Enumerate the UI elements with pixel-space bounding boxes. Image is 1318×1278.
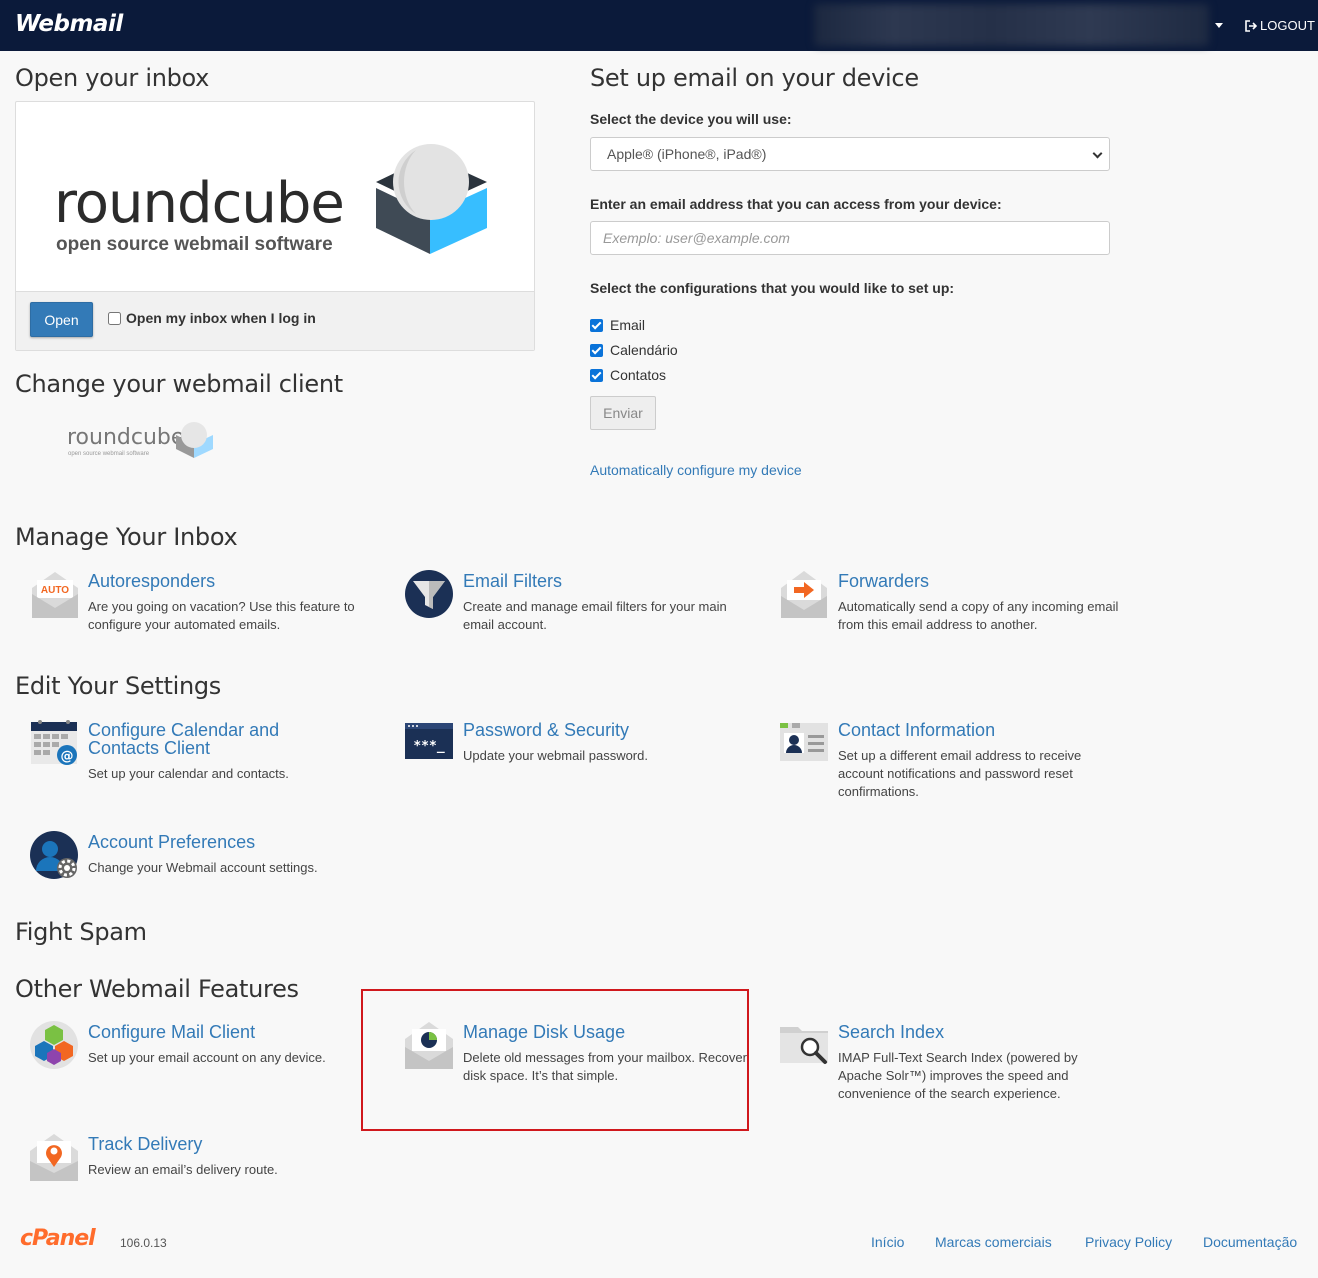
config-checkbox-email[interactable]: Email bbox=[590, 317, 645, 333]
footer-link-privacy[interactable]: Privacy Policy bbox=[1085, 1234, 1172, 1250]
autoresponder-icon[interactable]: AUTO bbox=[30, 570, 80, 620]
config-checkbox-calendar[interactable]: Calendário bbox=[590, 342, 678, 358]
cpanel-version: 106.0.13 bbox=[120, 1236, 167, 1250]
checkbox-checked-icon[interactable] bbox=[590, 368, 603, 382]
logout-button[interactable]: LOGOUT bbox=[1245, 18, 1315, 33]
cpanel-logo[interactable]: cPanel bbox=[20, 1226, 96, 1251]
config-email-label: Email bbox=[610, 317, 646, 333]
footer-link-trademarks[interactable]: Marcas comerciais bbox=[935, 1234, 1052, 1250]
track-delivery-link[interactable]: Track Delivery bbox=[88, 1135, 202, 1153]
contact-information-desc: Set up a different email address to rece… bbox=[838, 748, 1082, 799]
user-gear-icon[interactable] bbox=[30, 831, 80, 881]
contact-card-icon[interactable] bbox=[780, 719, 830, 769]
forward-envelope-icon[interactable] bbox=[780, 570, 830, 620]
password-security-desc: Update your webmail password. bbox=[463, 748, 648, 763]
checkbox-checked-icon[interactable] bbox=[590, 318, 603, 332]
track-delivery-icon[interactable] bbox=[30, 1133, 80, 1183]
auto-configure-link[interactable]: Automatically configure my device bbox=[590, 462, 802, 478]
device-email-input[interactable] bbox=[590, 221, 1110, 255]
forwarders-desc: Automatically send a copy of any incomin… bbox=[838, 599, 1119, 632]
top-navbar: Webmail LOGOUT bbox=[0, 0, 1318, 51]
autoresponders-link[interactable]: Autoresponders bbox=[88, 572, 215, 590]
account-preferences-link[interactable]: Account Preferences bbox=[88, 833, 255, 851]
auto-open-label: Open my inbox when I log in bbox=[126, 310, 316, 326]
password-icon[interactable]: ***_ bbox=[405, 719, 455, 769]
search-index-desc: IMAP Full-Text Search Index (powered by … bbox=[838, 1050, 1078, 1101]
calendar-at-icon[interactable]: @ bbox=[30, 719, 80, 769]
user-account-menu-blurred[interactable] bbox=[814, 4, 1209, 46]
device-select[interactable]: Apple® (iPhone®, iPad®) bbox=[590, 137, 1110, 171]
configure-mail-client-desc: Set up your email account on any device. bbox=[88, 1050, 326, 1065]
config-checkbox-contacts[interactable]: Contatos bbox=[590, 367, 666, 383]
change-client-title: Change your webmail client bbox=[15, 370, 343, 398]
auto-open-inbox-checkbox[interactable]: Open my inbox when I log in bbox=[108, 310, 316, 326]
device-select-value: Apple® (iPhone®, iPad®) bbox=[607, 146, 767, 162]
password-security-link[interactable]: Password & Security bbox=[463, 721, 629, 739]
open-roundcube-button[interactable]: Open bbox=[30, 302, 93, 337]
auto-badge: AUTO bbox=[41, 585, 69, 596]
roundcube-panel-footer: Open Open my inbox when I log in bbox=[16, 291, 534, 350]
roundcube-panel: roundcube open source webmail software O… bbox=[15, 101, 535, 351]
track-delivery-desc: Review an email’s delivery route. bbox=[88, 1162, 278, 1177]
device-select-label: Select the device you will use: bbox=[590, 111, 792, 127]
forwarders-link[interactable]: Forwarders bbox=[838, 572, 929, 590]
roundcube-logo-tagline: open source webmail software bbox=[56, 234, 333, 255]
logout-icon bbox=[1245, 19, 1257, 32]
search-index-link[interactable]: Search Index bbox=[838, 1023, 944, 1041]
calendar-contacts-link[interactable]: Configure Calendar and Contacts Client bbox=[88, 721, 348, 757]
account-preferences-desc: Change your Webmail account settings. bbox=[88, 860, 318, 875]
configure-mail-client-link[interactable]: Configure Mail Client bbox=[88, 1023, 255, 1041]
config-label: Select the configurations that you would… bbox=[590, 280, 955, 296]
footer-link-docs[interactable]: Documentação bbox=[1203, 1234, 1297, 1250]
auto-open-checkbox-input[interactable] bbox=[108, 311, 121, 325]
cubes-icon[interactable] bbox=[30, 1021, 80, 1071]
fight-spam-title: Fight Spam bbox=[15, 918, 147, 946]
send-button[interactable]: Enviar bbox=[590, 396, 656, 430]
roundcube-client-logo[interactable]: roundcube open source webmail software bbox=[66, 413, 216, 461]
autoresponders-desc: Are you going on vacation? Use this feat… bbox=[88, 599, 355, 632]
email-filters-link[interactable]: Email Filters bbox=[463, 572, 562, 590]
device-setup-title: Set up email on your device bbox=[590, 64, 919, 92]
footer-link-home[interactable]: Início bbox=[871, 1234, 904, 1250]
edit-settings-title: Edit Your Settings bbox=[15, 672, 222, 700]
open-inbox-title: Open your inbox bbox=[15, 64, 210, 92]
email-input-label: Enter an email address that you can acce… bbox=[590, 196, 1002, 212]
webmail-logo[interactable]: Webmail bbox=[15, 11, 123, 37]
password-mask-text: ***_ bbox=[413, 739, 444, 754]
folder-search-icon[interactable] bbox=[780, 1021, 830, 1071]
config-calendar-label: Calendário bbox=[610, 342, 678, 358]
other-features-title: Other Webmail Features bbox=[15, 975, 299, 1003]
checkbox-checked-icon[interactable] bbox=[590, 343, 603, 357]
chevron-down-icon bbox=[1092, 148, 1103, 159]
roundcube-logo[interactable]: roundcube open source webmail software bbox=[16, 102, 534, 291]
calendar-contacts-desc: Set up your calendar and contacts. bbox=[88, 766, 289, 781]
chevron-down-icon[interactable] bbox=[1215, 23, 1223, 28]
funnel-icon[interactable] bbox=[405, 570, 455, 620]
roundcube-logo-word: roundcube bbox=[54, 171, 344, 236]
email-filters-desc: Create and manage email filters for your… bbox=[463, 599, 727, 632]
manage-inbox-title: Manage Your Inbox bbox=[15, 523, 238, 551]
config-contacts-label: Contatos bbox=[610, 367, 667, 383]
contact-information-link[interactable]: Contact Information bbox=[838, 721, 995, 739]
client-logo-word: roundcube bbox=[67, 425, 184, 450]
svg-text:@: @ bbox=[61, 749, 74, 764]
logout-label: LOGOUT bbox=[1260, 18, 1315, 33]
highlight-box bbox=[361, 989, 749, 1131]
client-logo-tagline: open source webmail software bbox=[68, 451, 150, 457]
